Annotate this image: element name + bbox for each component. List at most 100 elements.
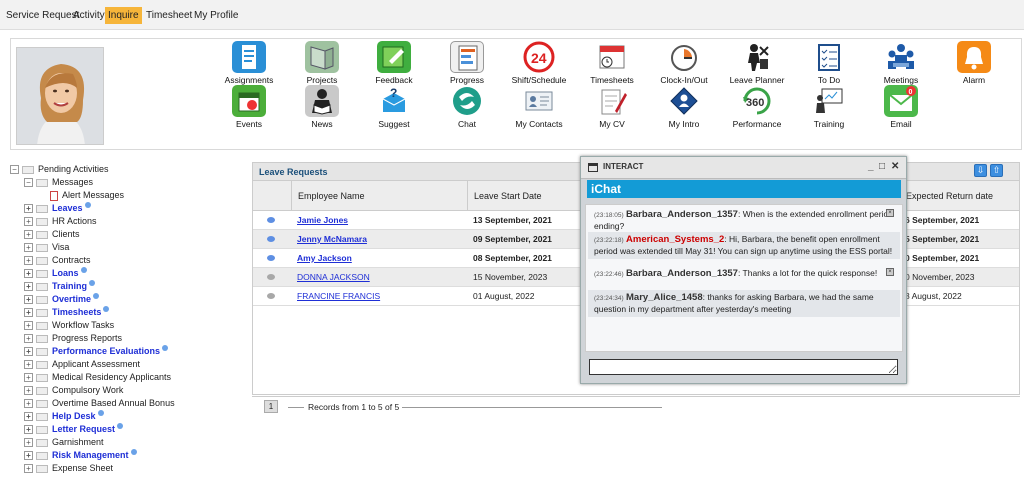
expand-icon[interactable]: + [24,334,33,344]
expand-icon[interactable]: + [24,243,33,253]
employee-link[interactable]: FRANCINE FRANCIS [297,291,380,301]
tree-item[interactable]: + Workflow Tasks [24,319,114,332]
tree-item[interactable]: + Visa [24,241,69,254]
tree-item[interactable]: + Garnishment [24,436,104,449]
tile-timesheets[interactable]: Timesheets [577,41,647,85]
expand-icon[interactable]: + [24,425,33,435]
scroll-up-button[interactable]: ⇧ [990,164,1003,177]
folder-icon [36,464,48,473]
tile-assignments[interactable]: Assignments [214,41,284,85]
expand-icon[interactable]: + [24,386,33,396]
tile-to-do[interactable]: To Do [794,41,864,85]
minimize-icon[interactable]: _ [868,161,874,172]
column-header-expected-return-date[interactable]: Expected Return date [899,181,1021,211]
tile-progress[interactable]: Progress [432,41,502,85]
expand-icon[interactable]: + [24,399,33,409]
tree-item[interactable]: + Expense Sheet [24,462,113,475]
tile-suggest[interactable]: ? Suggest [359,85,429,129]
tile-news[interactable]: News [287,85,357,129]
menu-timesheet[interactable]: Timesheet [143,7,195,24]
expand-icon[interactable]: + [24,230,33,240]
tree-item[interactable]: + Loans [24,267,87,280]
dismiss-message-icon[interactable]: × [886,268,894,276]
employee-link[interactable]: DONNA JACKSON [297,272,370,282]
employee-link[interactable]: Jamie Jones [297,215,348,225]
tree-item[interactable]: + Leaves [24,202,91,215]
tile-shift-schedule[interactable]: 24 Shift/Schedule [504,41,574,85]
expand-icon[interactable]: + [24,360,33,370]
expand-icon[interactable]: + [24,269,33,279]
tile-projects[interactable]: Projects [287,41,357,85]
expand-icon[interactable]: + [24,204,33,214]
scroll-down-button[interactable]: ⇩ [974,164,987,177]
tile-email[interactable]: 0 Email [866,85,936,129]
tile-performance[interactable]: 360 Performance [722,85,792,129]
close-icon[interactable]: ✕ [891,161,899,172]
tree-root[interactable]: − Pending Activities [10,163,109,176]
events-icon [232,85,266,117]
expand-icon[interactable]: + [24,295,33,305]
tree-item[interactable]: + Progress Reports [24,332,122,345]
collapse-icon[interactable]: − [24,178,33,188]
expand-icon[interactable]: + [24,412,33,422]
tree-alert-messages[interactable]: Alert Messages [50,189,124,202]
employee-link[interactable]: Jenny McNamara [297,234,367,244]
expand-icon[interactable]: + [24,347,33,357]
folder-icon [36,256,48,265]
chat-input[interactable] [589,359,898,375]
tree-item[interactable]: + Training [24,280,96,293]
tile-my-cv[interactable]: My CV [577,85,647,129]
tree-label: Messages [52,177,94,187]
employee-link[interactable]: Amy Jackson [297,253,352,263]
tree-item[interactable]: + Performance Evaluations [24,345,169,358]
menu-activity[interactable]: Activity [70,7,108,24]
clock-in-out-icon [667,41,701,73]
expand-icon[interactable]: + [24,451,33,461]
tile-label: Clock-In/Out [660,75,708,85]
column-header-employee-name[interactable]: Employee Name [291,181,467,211]
chat-window-title: INTERACT [603,162,644,171]
expand-icon[interactable]: + [24,256,33,266]
tree-label: Medical Residency Applicants [52,372,172,382]
expand-icon[interactable]: + [24,438,33,448]
expand-icon[interactable]: + [24,308,33,318]
tree-item[interactable]: + Clients [24,228,80,241]
tree-item[interactable]: + Risk Management [24,449,137,462]
tree-item[interactable]: + Applicant Assessment [24,358,140,371]
tile-alarm[interactable]: Alarm [939,41,1009,85]
tree-item[interactable]: + Timesheets [24,306,110,319]
chat-titlebar[interactable]: INTERACT _ □ ✕ [581,157,906,179]
tree-messages[interactable]: − Messages [24,176,93,189]
collapse-icon[interactable]: − [10,165,19,175]
maximize-icon[interactable]: □ [879,161,885,172]
tile-meetings[interactable]: Meetings [866,41,936,85]
expand-icon[interactable]: + [24,282,33,292]
tree-item[interactable]: + Letter Request [24,423,124,436]
page-button[interactable]: 1 [264,400,278,413]
menu-inquire[interactable]: Inquire [105,7,142,24]
profile-photo[interactable] [16,47,104,145]
tree-item[interactable]: + HR Actions [24,215,97,228]
folder-icon [36,269,48,278]
tile-feedback[interactable]: Feedback [359,41,429,85]
tree-item[interactable]: + Contracts [24,254,91,267]
tree-label: Letter Request [52,424,116,434]
expand-icon[interactable]: + [24,464,33,474]
tile-leave-planner[interactable]: Leave Planner [722,41,792,85]
tree-item[interactable]: + Overtime [24,293,100,306]
tree-item[interactable]: + Overtime Based Annual Bonus [24,397,175,410]
tile-my-contacts[interactable]: My Contacts [504,85,574,129]
tile-my-intro[interactable]: My Intro [649,85,719,129]
tile-training[interactable]: Training [794,85,864,129]
expand-icon[interactable]: + [24,321,33,331]
tile-chat[interactable]: Chat [432,85,502,129]
expand-icon[interactable]: + [24,373,33,383]
dismiss-message-icon[interactable]: × [886,209,894,217]
tree-item[interactable]: + Help Desk [24,410,104,423]
tree-item[interactable]: + Medical Residency Applicants [24,371,171,384]
tree-item[interactable]: + Compulsory Work [24,384,123,397]
expand-icon[interactable]: + [24,217,33,227]
tile-clock-in-out[interactable]: Clock-In/Out [649,41,719,85]
menu-my-profile[interactable]: My Profile [191,7,241,24]
tile-events[interactable]: Events [214,85,284,129]
